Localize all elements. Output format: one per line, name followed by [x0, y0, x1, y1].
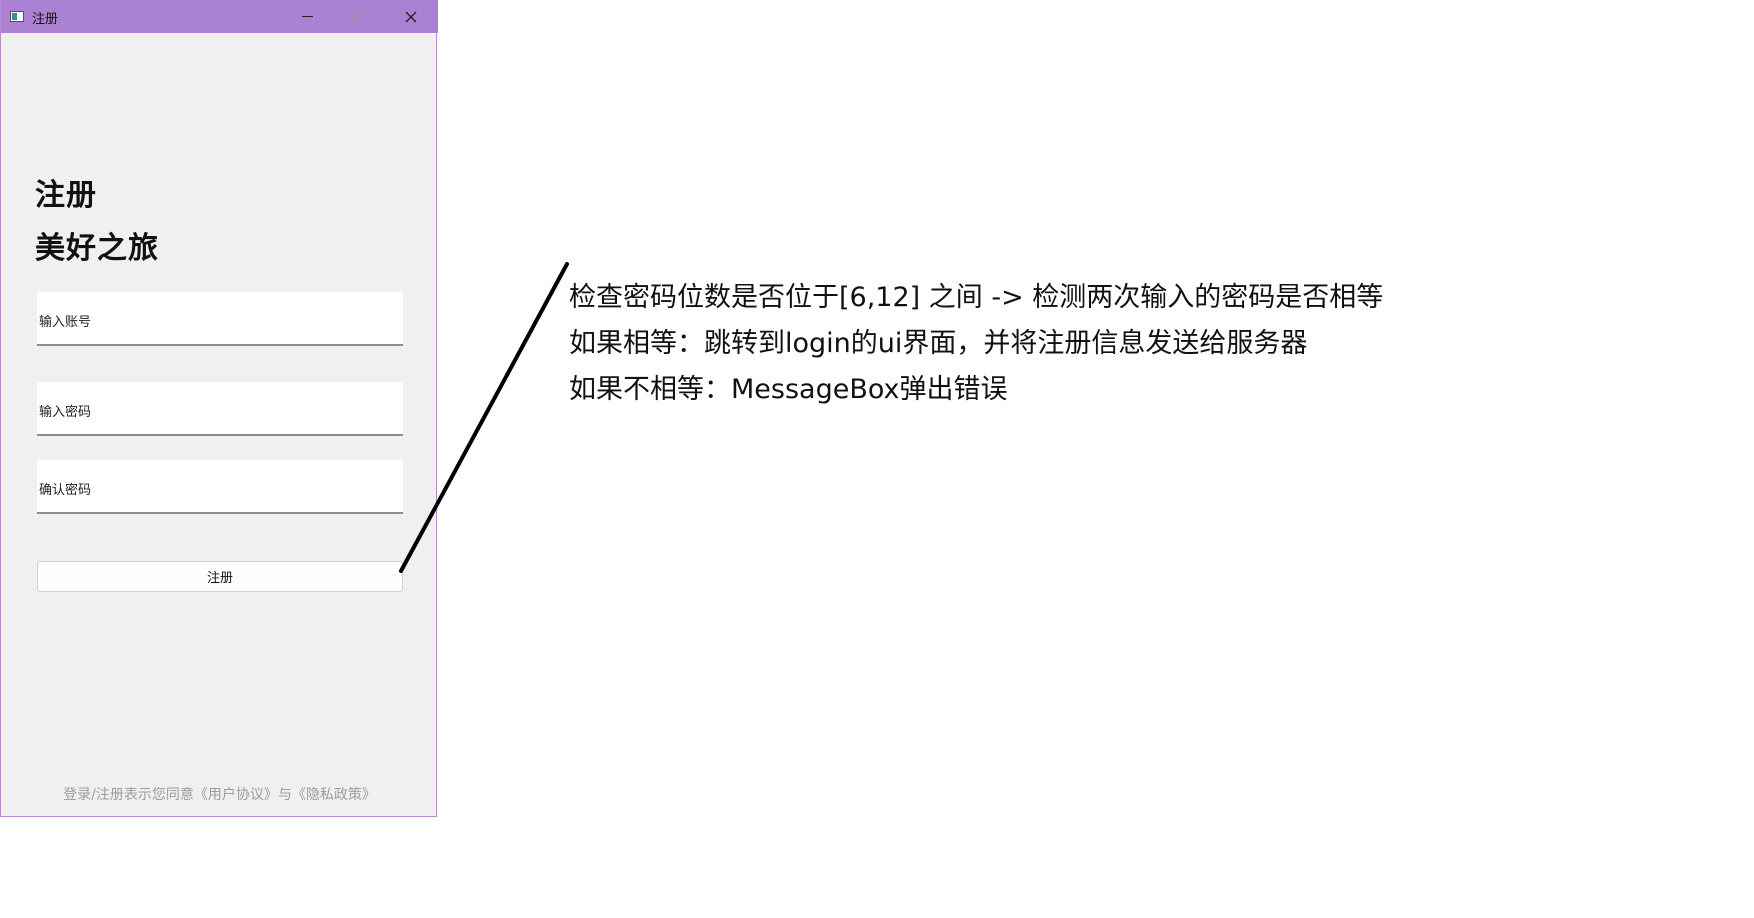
annotation-line-2: 如果相等：跳转到login的ui界面，并将注册信息发送给服务器 — [569, 328, 1308, 359]
annotation-line-1: 检查密码位数是否位于[6,12] 之间 -> 检测两次输入的密码是否相等 — [569, 282, 1384, 313]
annotation-line — [399, 262, 569, 573]
annotation-line-3: 如果不相等：MessageBox弹出错误 — [569, 374, 1008, 405]
